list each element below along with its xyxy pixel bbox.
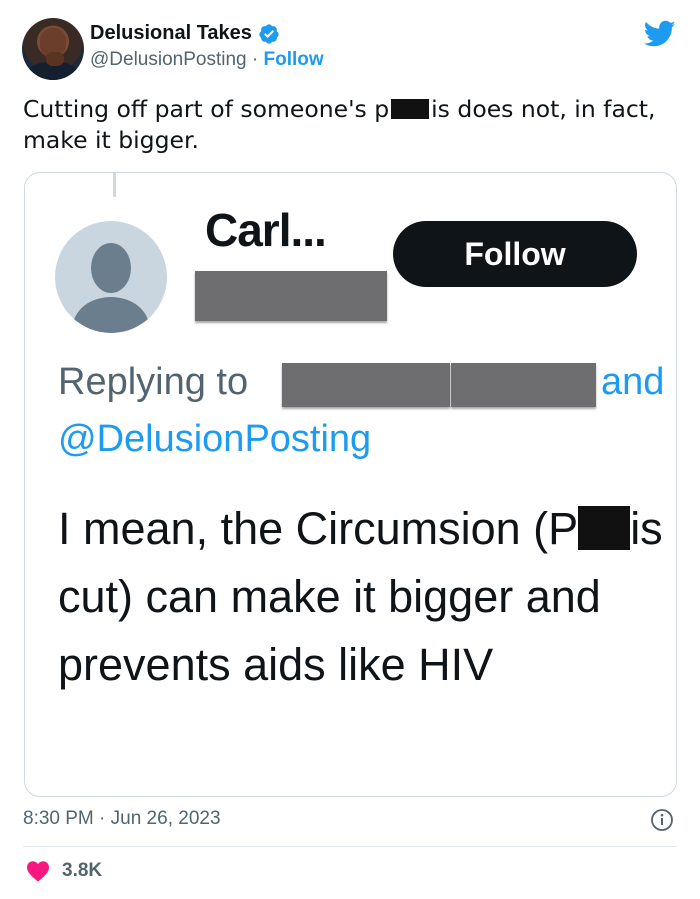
redacted-handle-block <box>195 271 387 321</box>
default-avatar-icon <box>55 221 167 333</box>
embedded-follow-button: Follow <box>393 221 637 287</box>
embedded-image[interactable]: Carl... Follow Replying to and @Delusion… <box>24 172 677 797</box>
author-avatar[interactable] <box>22 18 84 80</box>
replying-to-label: Replying to <box>58 361 249 403</box>
reply-redaction-block <box>578 506 631 550</box>
heart-icon <box>27 861 49 882</box>
author-name-row: Delusional Takes <box>90 22 280 45</box>
like-count: 3.8K <box>62 860 103 881</box>
follow-link[interactable]: Follow <box>263 49 323 70</box>
info-icon[interactable] <box>650 808 674 832</box>
verified-badge-icon <box>259 23 279 44</box>
redacted-mention-block-2 <box>451 363 596 407</box>
tweet-text: Cutting off part of someone's p is does n… <box>23 94 663 156</box>
embedded-reply-text: I mean, the Circumsion (P is cut) can mak… <box>58 495 668 699</box>
redacted-mention-block-1 <box>282 363 450 407</box>
author-handle-row: @DelusionPosting · Follow <box>90 49 324 71</box>
embedded-user-name: Carl... <box>205 204 327 256</box>
and-label: and <box>601 361 665 403</box>
twitter-bird-icon[interactable] <box>644 20 676 48</box>
author-handle[interactable]: @DelusionPosting <box>90 49 247 70</box>
tweet-timestamp[interactable]: 8:30 PM · Jun 26, 2023 <box>23 808 221 830</box>
reply-text-part1: I mean, the Circumsion (P <box>58 503 579 554</box>
redaction-block <box>391 99 430 119</box>
thread-line <box>113 173 116 197</box>
divider <box>23 846 677 847</box>
author-name[interactable]: Delusional Takes <box>90 22 252 45</box>
tweet-text-part1: Cutting off part of someone's p <box>23 95 390 123</box>
separator-dot: · <box>246 49 264 70</box>
like-button[interactable]: 3.8K <box>26 860 102 882</box>
embedded-mention: @DelusionPosting <box>58 418 372 460</box>
